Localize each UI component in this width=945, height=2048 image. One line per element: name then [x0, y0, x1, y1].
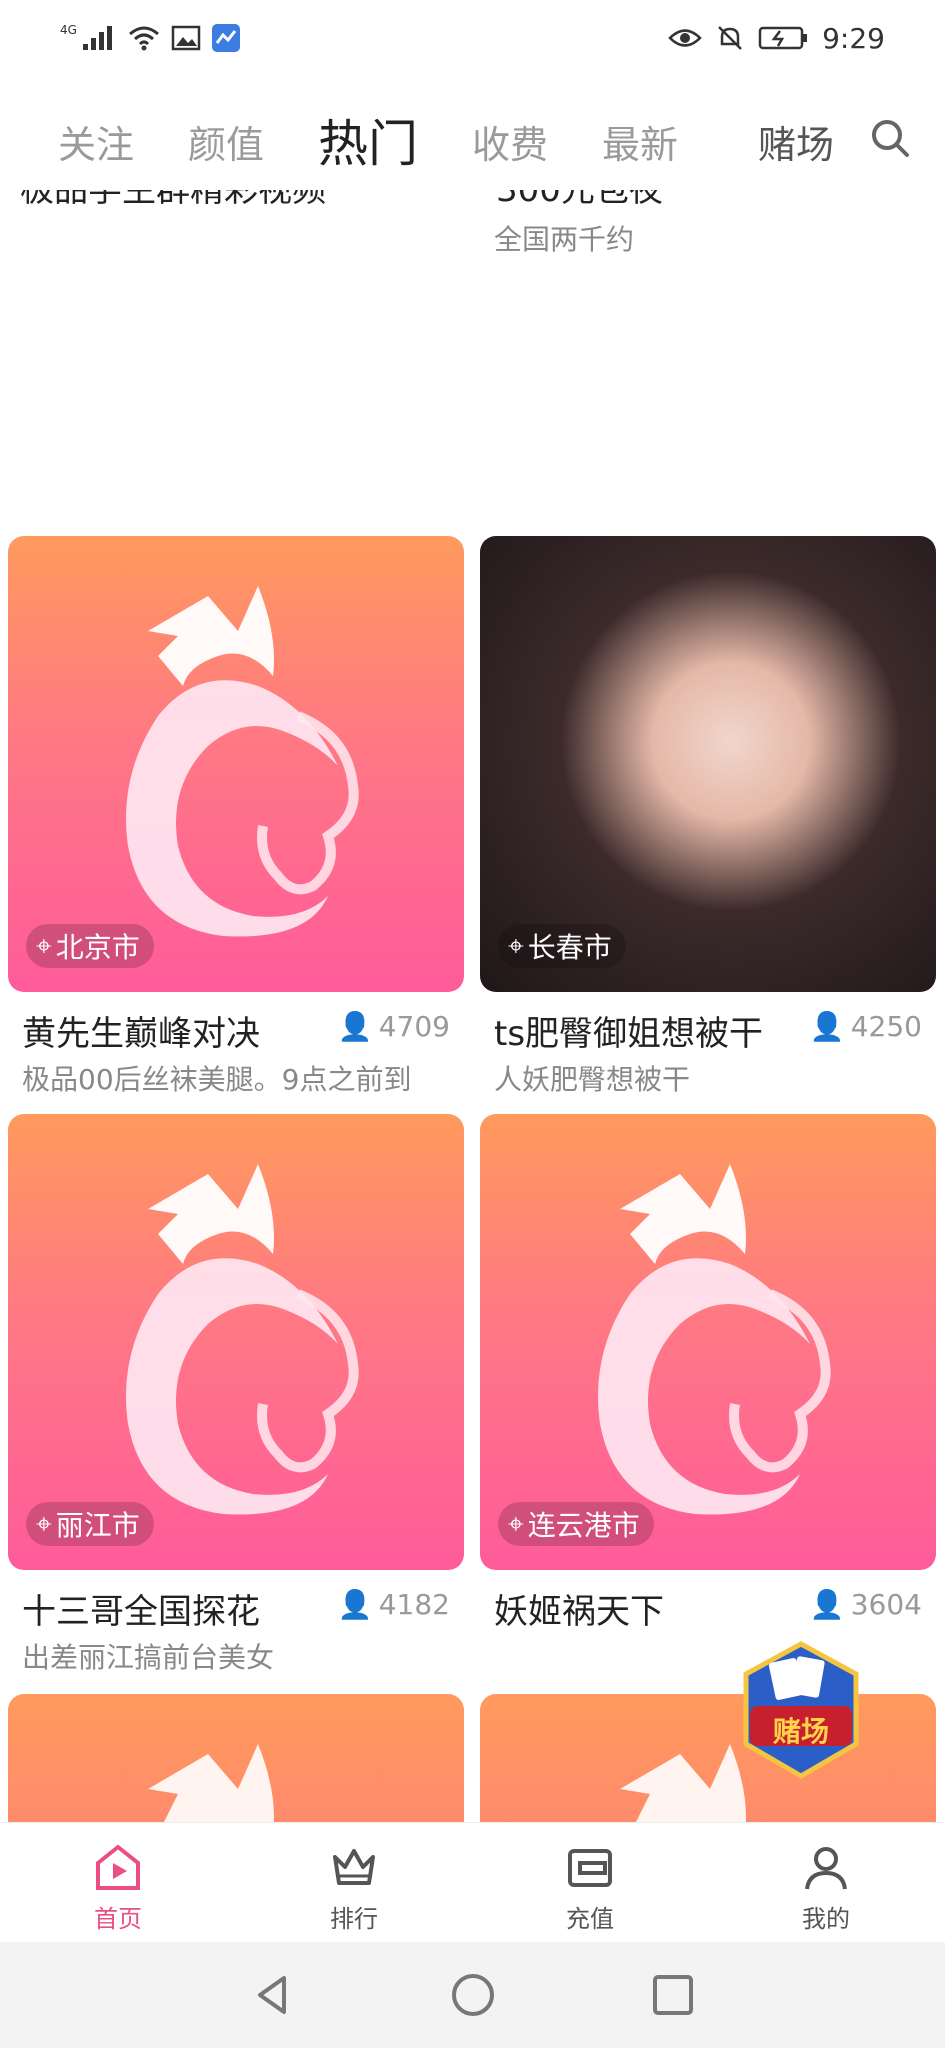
network-type: 4G — [60, 23, 77, 37]
category-tabs: 关注 颜值 热门 收费 最新 赌场 — [0, 96, 945, 200]
nav-ranking[interactable]: 排行 — [294, 1843, 414, 1934]
battery-icon — [758, 26, 808, 50]
partial-right-subtitle: 全国两千约 — [494, 223, 635, 256]
viewer-icon: 👤 — [337, 1010, 373, 1043]
card-thumbnail-photo[interactable]: ⌖ 长春市 — [480, 536, 936, 992]
location-text: 丽江市 — [55, 1509, 140, 1542]
home-circle-icon[interactable] — [450, 1972, 496, 2018]
status-left: 4G — [60, 18, 241, 58]
viewer-icon: 👤 — [809, 1588, 845, 1621]
viewer-icon: 👤 — [337, 1588, 373, 1621]
viewer-count: 👤 4182 — [338, 1588, 450, 1621]
partial-card-row: 极品学生群精彩视频 300元包夜 全国两千约 — [0, 190, 945, 520]
nav-label: 充值 — [566, 1905, 614, 1933]
location-text: 北京市 — [55, 931, 140, 964]
location-pin-icon: ⌖ — [508, 1507, 524, 1540]
viewer-count: 👤 4709 — [338, 1010, 450, 1043]
location-pin-icon: ⌖ — [508, 929, 524, 962]
card-title: 妖姬祸天下 — [494, 1592, 664, 1632]
tab-hot[interactable]: 热门 — [318, 104, 418, 176]
stream-card-partial[interactable] — [8, 1694, 464, 1822]
queen-logo-icon — [148, 1744, 274, 1822]
clock: 9:29 — [822, 21, 885, 55]
location-pin-icon: ⌖ — [36, 929, 52, 962]
card-subtitle: 出差丽江搞前台美女 — [22, 1641, 275, 1674]
card-thumbnail[interactable]: ⌖ 北京市 — [8, 536, 464, 992]
tab-looks[interactable]: 颜值 — [188, 114, 264, 169]
casino-label: 赌场 — [772, 1715, 829, 1748]
user-icon — [805, 1847, 847, 1890]
location-badge: ⌖ 北京市 — [26, 924, 154, 968]
card-title: 黄先生巅峰对决 — [22, 1014, 260, 1054]
location-pin-icon: ⌖ — [36, 1507, 52, 1540]
viewer-count: 👤 3604 — [810, 1588, 922, 1621]
location-text: 连云港市 — [527, 1509, 640, 1542]
card-title: 十三哥全国探花 — [22, 1592, 260, 1632]
location-badge: ⌖ 长春市 — [498, 924, 626, 968]
bottom-navigation: 首页 排行 充值 我的 — [0, 1822, 945, 1942]
card-thumbnail[interactable]: ⌖ 连云港市 — [480, 1114, 936, 1570]
viewer-count-value: 4709 — [378, 1010, 450, 1043]
viewer-count-value: 3604 — [850, 1588, 922, 1621]
viewer-count: 👤 4250 — [810, 1010, 922, 1043]
card-title: ts肥臀御姐想被干 — [494, 1014, 764, 1054]
nav-recharge[interactable]: 充值 — [530, 1843, 650, 1934]
viewer-count-value: 4182 — [378, 1588, 450, 1621]
app-notification-icon — [211, 24, 240, 52]
tab-casino[interactable]: 赌场 — [758, 114, 834, 169]
nav-label: 排行 — [330, 1905, 378, 1933]
location-text: 长春市 — [527, 931, 612, 964]
recent-apps-icon[interactable] — [650, 1972, 696, 2018]
status-right: 9:29 — [668, 18, 885, 58]
eye-icon — [668, 29, 702, 47]
stream-card-partial[interactable] — [480, 1694, 936, 1822]
tab-paid[interactable]: 收费 — [472, 114, 548, 169]
home-play-icon — [96, 1844, 140, 1890]
crown-icon — [333, 1849, 375, 1885]
card-subtitle: 极品00后丝袜美腿。9点之前到 — [22, 1063, 412, 1096]
nav-label: 首页 — [94, 1905, 142, 1933]
partial-left-title: 极品学生群精彩视频 — [20, 190, 326, 210]
system-navigation-bar — [0, 1942, 945, 2048]
tab-follow[interactable]: 关注 — [58, 114, 134, 169]
nav-home[interactable]: 首页 — [58, 1843, 178, 1934]
card-thumbnail[interactable]: ⌖ 丽江市 — [8, 1114, 464, 1570]
location-badge: ⌖ 丽江市 — [26, 1502, 154, 1546]
nav-profile[interactable]: 我的 — [766, 1843, 886, 1934]
back-icon[interactable] — [250, 1972, 296, 2018]
casino-floating-button[interactable]: 赌场 — [738, 1640, 864, 1780]
signal-icon — [82, 26, 112, 50]
wallet-icon — [568, 1849, 612, 1887]
card-subtitle: 人妖肥臀想被干 — [494, 1063, 691, 1096]
partial-right-title: 300元包夜 — [496, 190, 663, 210]
viewer-icon: 👤 — [809, 1010, 845, 1043]
queen-logo-icon — [620, 1744, 746, 1822]
status-bar: 4G 9:29 — [0, 0, 945, 80]
search-icon[interactable] — [870, 118, 910, 158]
viewer-count-value: 4250 — [850, 1010, 922, 1043]
location-badge: ⌖ 连云港市 — [498, 1502, 654, 1546]
tab-newest[interactable]: 最新 — [602, 114, 678, 169]
bell-muted-icon — [718, 26, 742, 50]
nav-label: 我的 — [802, 1905, 850, 1933]
wifi-icon — [128, 26, 159, 51]
image-notification-icon — [171, 25, 201, 51]
